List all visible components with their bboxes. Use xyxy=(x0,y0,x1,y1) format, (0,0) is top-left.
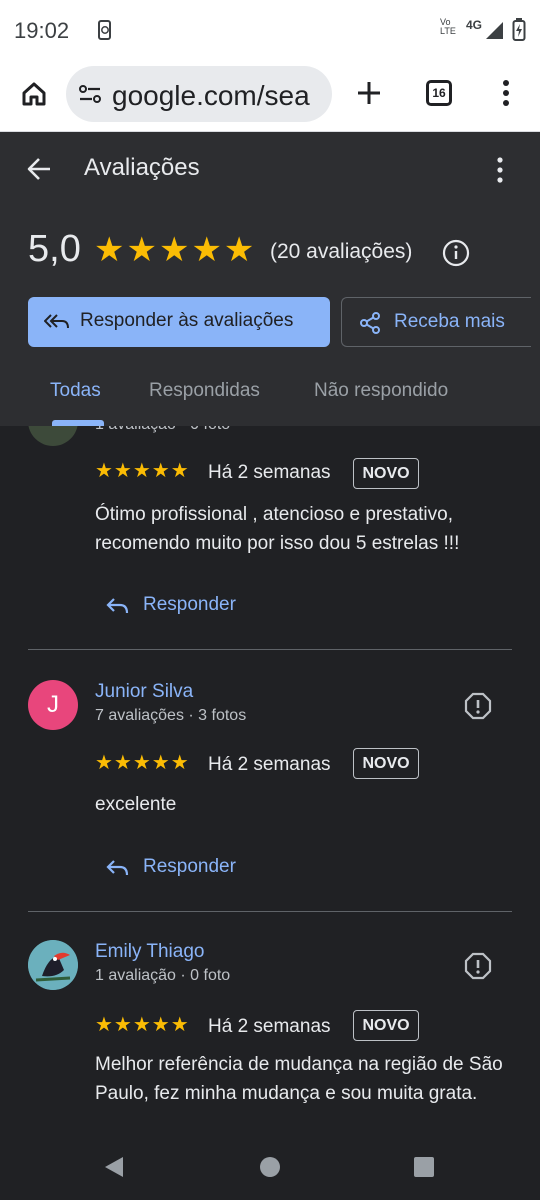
reply-all-icon xyxy=(44,314,69,329)
new-badge: NOVO xyxy=(353,1010,419,1041)
review-stars: ★★★★★ xyxy=(95,460,190,482)
avatar[interactable] xyxy=(28,940,78,990)
home-nav-icon[interactable] xyxy=(258,1155,282,1179)
battery-icon xyxy=(512,18,526,41)
reviews-list[interactable]: 1 avaliação · 0 foto ★★★★★ Há 2 semanas … xyxy=(0,426,540,1138)
network-label: Vo LTE xyxy=(440,17,456,36)
status-bar: 19:02 Vo LTE 4G xyxy=(0,0,540,60)
tab-switcher-button[interactable]: 16 xyxy=(426,80,452,106)
info-icon[interactable] xyxy=(442,239,470,267)
new-badge: NOVO xyxy=(353,748,419,779)
reply-to-reviews-button[interactable]: Responder às avaliações xyxy=(28,297,330,347)
share-button[interactable]: Receba mais xyxy=(341,297,531,347)
share-label: Receba mais xyxy=(394,311,505,332)
reviewer-meta: 1 avaliação · 0 foto xyxy=(95,426,230,434)
review-date: Há 2 semanas xyxy=(208,1016,331,1037)
browser-toolbar: google.com/sea 16 xyxy=(0,60,540,132)
rating-stars: ★★★★★ xyxy=(94,231,257,269)
review-card: Emily Thiago 1 avaliação · 0 foto ★★★★★ … xyxy=(0,912,540,1138)
new-badge: NOVO xyxy=(353,458,419,489)
status-time: 19:02 xyxy=(14,18,70,43)
reply-icon xyxy=(106,598,129,614)
reviewer-name[interactable]: Junior Silva xyxy=(95,681,193,703)
more-vert-icon[interactable] xyxy=(494,156,506,184)
system-nav-bar xyxy=(0,1138,540,1200)
review-card: 1 avaliação · 0 foto ★★★★★ Há 2 semanas … xyxy=(0,426,540,651)
reviewer-meta: 1 avaliação · 0 foto xyxy=(95,967,231,984)
tab-nao-respondido[interactable]: Não respondido xyxy=(314,380,448,402)
reviews-header: Avaliações 5,0 ★★★★★ (20 avaliações) Res… xyxy=(0,132,540,426)
report-icon[interactable] xyxy=(464,692,492,720)
review-card: J Junior Silva 7 avaliações · 3 fotos ★★… xyxy=(0,650,540,912)
review-date: Há 2 semanas xyxy=(208,754,331,775)
review-stars: ★★★★★ xyxy=(95,752,190,774)
share-icon xyxy=(360,312,380,334)
review-count: (20 avaliações) xyxy=(270,240,413,263)
page-title: Avaliações xyxy=(84,154,200,181)
back-nav-icon[interactable] xyxy=(103,1155,125,1179)
avatar[interactable]: J xyxy=(28,680,78,730)
more-vert-icon[interactable] xyxy=(500,78,512,108)
tab-todas[interactable]: Todas xyxy=(50,380,101,402)
review-text: Ótimo profissional , atencioso e prestat… xyxy=(95,504,460,554)
review-date: Há 2 semanas xyxy=(208,462,331,483)
reply-to-reviews-label: Responder às avaliações xyxy=(80,310,294,331)
review-stars: ★★★★★ xyxy=(95,1014,190,1036)
reviewer-name[interactable]: Emily Thiago xyxy=(95,941,204,963)
average-rating: 5,0 xyxy=(28,228,81,270)
review-text: Melhor referência de mudança na região d… xyxy=(95,1054,503,1104)
url-text: google.com/sea xyxy=(112,80,310,111)
tab-respondidas[interactable]: Respondidas xyxy=(149,380,260,402)
reply-label: Responder xyxy=(143,594,236,615)
review-text: excelente xyxy=(95,794,177,815)
network-type: 4G xyxy=(466,18,483,32)
report-icon[interactable] xyxy=(464,952,492,980)
new-tab-icon[interactable] xyxy=(356,80,382,106)
toucan-avatar-icon xyxy=(28,940,78,990)
reviewer-meta: 7 avaliações · 3 fotos xyxy=(95,707,247,724)
address-bar[interactable]: google.com/sea xyxy=(66,66,332,122)
signal-icon xyxy=(486,22,503,39)
recents-nav-icon[interactable] xyxy=(413,1156,435,1178)
reply-icon xyxy=(106,860,129,876)
reply-label: Responder xyxy=(143,856,236,877)
avatar xyxy=(28,426,78,446)
phone-sync-icon xyxy=(98,20,111,40)
home-icon[interactable] xyxy=(20,80,48,108)
site-settings-icon[interactable] xyxy=(78,84,102,104)
back-arrow-icon[interactable] xyxy=(26,156,52,182)
